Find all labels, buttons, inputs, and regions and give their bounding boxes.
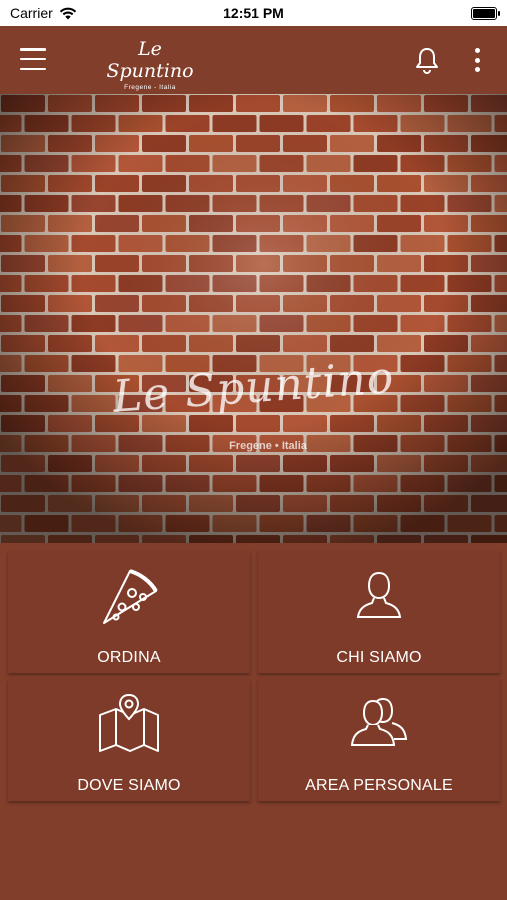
wifi-icon (59, 7, 76, 19)
status-bar: Carrier 12:51 PM (0, 0, 507, 26)
battery-icon (471, 6, 500, 20)
person-icon (356, 571, 402, 618)
menu-grid: ORDINA CHI SIAMO DOVE SIAMO AREA PERSONA… (0, 543, 507, 803)
tile-dove-siamo[interactable]: DOVE SIAMO (8, 679, 250, 801)
map-pin-icon (99, 693, 159, 752)
notifications-button[interactable] (414, 46, 440, 74)
logo-title: Le Spuntino (106, 38, 194, 82)
users-icon (350, 697, 408, 746)
brick-wall-background (0, 94, 507, 543)
menu-icon-bar (20, 67, 46, 70)
tile-label: CHI SIAMO (336, 649, 422, 666)
tile-label: AREA PERSONALE (305, 777, 453, 794)
hero-banner: Le Spuntino Fregene • Italia (0, 94, 507, 543)
hero-subtitle: Fregene • Italia (229, 440, 307, 452)
menu-icon-bar (20, 48, 46, 51)
tile-ordina[interactable]: ORDINA (8, 551, 250, 673)
header-logo[interactable]: Le Spuntino Fregene - Italia (104, 38, 196, 91)
tile-area-personale[interactable]: AREA PERSONALE (258, 679, 500, 801)
dot (474, 48, 480, 53)
tile-chi-siamo[interactable]: CHI SIAMO (258, 551, 500, 673)
dot (474, 67, 480, 72)
menu-button[interactable] (20, 48, 46, 70)
status-left: Carrier (10, 5, 77, 21)
more-options-button[interactable] (470, 48, 484, 72)
app-header: Le Spuntino Fregene - Italia (0, 26, 507, 94)
logo-subtitle: Fregene - Italia (124, 84, 176, 91)
menu-icon-bar (20, 57, 46, 61)
bell-icon (416, 48, 438, 74)
carrier-label: Carrier (10, 5, 53, 21)
tile-label: DOVE SIAMO (77, 777, 181, 794)
pizza-slice-icon (103, 569, 158, 624)
tile-label: ORDINA (97, 649, 161, 666)
dot (474, 57, 480, 63)
